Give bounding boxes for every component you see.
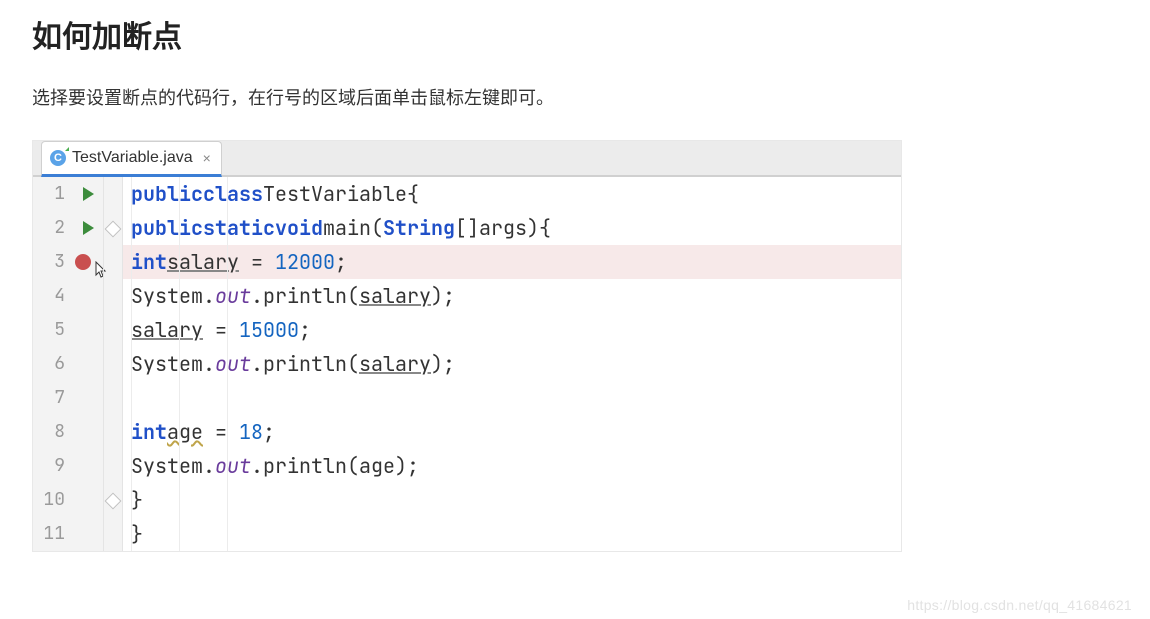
line-number: 5	[37, 313, 69, 347]
code-line: System.out.println(age);	[123, 449, 901, 483]
code-line: int age = 18;	[123, 415, 901, 449]
code-area: 1 2 3 4 5 6 7 8 9 10 11	[33, 177, 901, 551]
code-line: salary = 15000;	[123, 313, 901, 347]
code-body[interactable]: public class TestVariable { public stati…	[123, 177, 901, 551]
gutter-markers[interactable]	[73, 177, 103, 551]
gutter-slot[interactable]	[73, 449, 103, 483]
close-icon[interactable]: ×	[203, 150, 211, 166]
section-heading: 如何加断点	[32, 12, 1118, 56]
run-marker[interactable]	[73, 177, 103, 211]
code-editor: C TestVariable.java × 1 2 3 4 5 6 7 8 9 …	[32, 140, 902, 552]
run-icon	[83, 187, 94, 201]
fold-open-icon[interactable]	[105, 221, 122, 238]
gutter-slot[interactable]	[73, 517, 103, 551]
gutter-slot[interactable]	[73, 347, 103, 381]
gutter-slot[interactable]	[73, 483, 103, 517]
code-line: public static void main(String[] args) {	[123, 211, 901, 245]
line-number: 8	[37, 415, 69, 449]
line-number: 9	[37, 449, 69, 483]
line-numbers: 1 2 3 4 5 6 7 8 9 10 11	[33, 177, 73, 551]
code-line-breakpoint: int salary = 12000;	[123, 245, 901, 279]
gutter[interactable]: 1 2 3 4 5 6 7 8 9 10 11	[33, 177, 123, 551]
editor-tabbar: C TestVariable.java ×	[33, 141, 901, 177]
breakpoint-icon	[75, 254, 91, 270]
gutter-slot[interactable]	[73, 313, 103, 347]
fold-column[interactable]	[103, 177, 122, 551]
line-number: 11	[37, 517, 69, 551]
line-number: 2	[37, 211, 69, 245]
watermark-text: https://blog.csdn.net/qq_41684621	[907, 597, 1132, 613]
code-line: System.out.println(salary);	[123, 347, 901, 381]
run-icon	[83, 221, 94, 235]
line-number: 4	[37, 279, 69, 313]
fold-close-icon[interactable]	[105, 493, 122, 510]
run-marker[interactable]	[73, 211, 103, 245]
line-number: 6	[37, 347, 69, 381]
gutter-slot[interactable]	[73, 381, 103, 415]
line-number: 7	[37, 381, 69, 415]
file-tab[interactable]: C TestVariable.java ×	[41, 141, 222, 177]
code-line	[123, 381, 901, 415]
java-class-icon: C	[50, 150, 66, 166]
code-line: }	[123, 483, 901, 517]
line-number: 1	[37, 177, 69, 211]
file-tab-label: TestVariable.java	[72, 149, 193, 167]
breakpoint-marker[interactable]	[73, 245, 103, 279]
intro-text: 选择要设置断点的代码行，在行号的区域后面单击鼠标左键即可。	[32, 84, 1118, 110]
gutter-slot[interactable]	[73, 279, 103, 313]
code-line: System.out.println(salary);	[123, 279, 901, 313]
gutter-slot[interactable]	[73, 415, 103, 449]
line-number: 10	[37, 483, 69, 517]
code-line: public class TestVariable {	[123, 177, 901, 211]
line-number: 3	[37, 245, 69, 279]
code-line: }	[123, 517, 901, 551]
